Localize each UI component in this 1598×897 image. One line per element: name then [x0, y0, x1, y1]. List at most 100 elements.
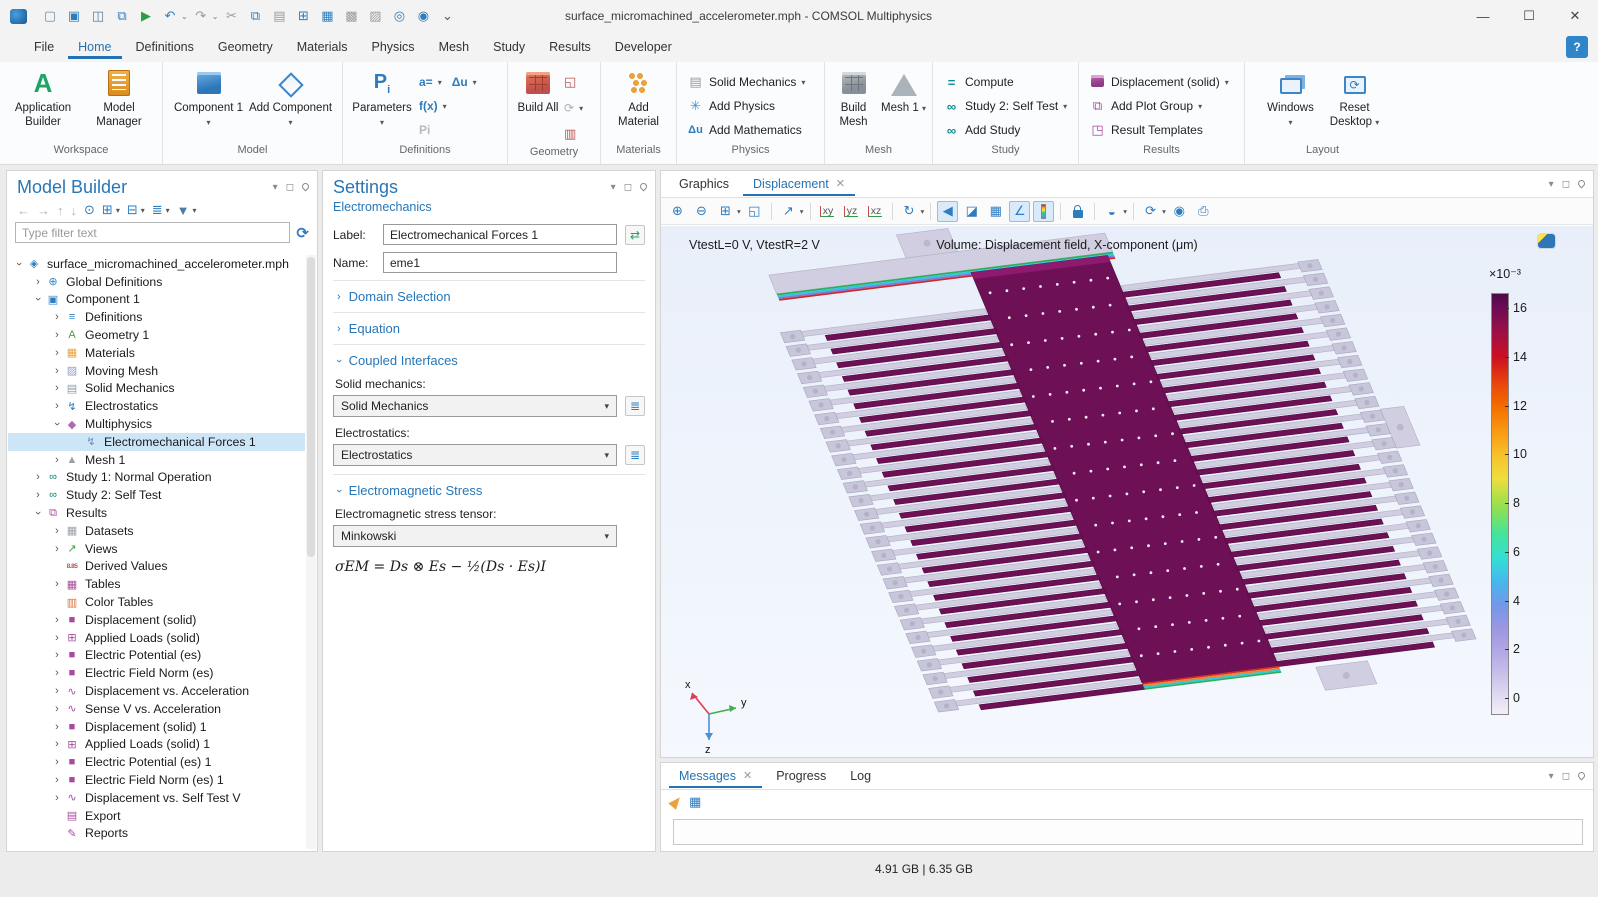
- section-coupled-interfaces[interactable]: ›Coupled Interfaces Solid mechanics: Sol…: [333, 344, 645, 468]
- model-tree-node-text-icon[interactable]: ≣: [152, 202, 163, 218]
- filter-icon[interactable]: ▼: [177, 203, 190, 218]
- open-icon[interactable]: ▣: [63, 5, 85, 27]
- electrostatics-select[interactable]: Electrostatics▾: [333, 444, 617, 466]
- collapse-all-dropdown-icon[interactable]: ▾: [141, 206, 145, 215]
- collapse-all-icon[interactable]: ⊟: [127, 202, 138, 218]
- go-to-source-icon[interactable]: ≣: [625, 445, 645, 465]
- tree-item[interactable]: ›↯Electrostatics: [8, 397, 305, 415]
- tree-item[interactable]: ›▨Moving Mesh: [8, 362, 305, 380]
- expand-icon[interactable]: ›: [50, 454, 64, 466]
- expand-icon[interactable]: ›: [50, 756, 64, 768]
- tree-item[interactable]: ›⊞Applied Loads (solid) 1: [8, 736, 305, 754]
- add-component-button[interactable]: Add Component ▾: [248, 68, 334, 130]
- panel-menu-icon[interactable]: ▾: [1549, 179, 1554, 190]
- tree-item[interactable]: ›⊕Global Definitions: [8, 273, 305, 291]
- open-table-icon[interactable]: ▦: [689, 794, 701, 810]
- expand-icon[interactable]: ›: [50, 667, 64, 679]
- tab-log[interactable]: Log: [840, 765, 881, 787]
- parameter-case-button[interactable]: Pi: [419, 118, 503, 142]
- move-up-icon[interactable]: ↑: [57, 203, 64, 218]
- panel-menu-icon[interactable]: ▾: [273, 182, 278, 193]
- move-down-icon[interactable]: ↓: [71, 203, 78, 218]
- result-templates-button[interactable]: ◳Result Templates: [1089, 118, 1203, 142]
- tensor-select[interactable]: Minkowski▾: [333, 525, 617, 547]
- close-tab-icon[interactable]: ✕: [743, 769, 752, 782]
- pin-icon[interactable]: [301, 182, 311, 192]
- show-icon[interactable]: ⊙: [84, 202, 95, 218]
- section-equation[interactable]: ›Equation: [333, 312, 645, 338]
- menu-definitions[interactable]: Definitions: [126, 35, 204, 59]
- menu-mesh[interactable]: Mesh: [429, 35, 480, 59]
- print-icon[interactable]: ⎙: [1193, 201, 1214, 222]
- search-results-icon[interactable]: ◉: [412, 5, 434, 27]
- clear-messages-icon[interactable]: [668, 794, 683, 810]
- lock-icon[interactable]: [1067, 201, 1088, 222]
- zoom-out-icon[interactable]: ⊖: [691, 201, 712, 222]
- expand-icon[interactable]: ›: [31, 471, 45, 483]
- expand-icon[interactable]: ›: [50, 792, 64, 804]
- expand-icon[interactable]: ›: [50, 685, 64, 697]
- expand-all-icon[interactable]: ⊞: [102, 202, 113, 218]
- tree-item[interactable]: ›■Displacement (solid): [8, 611, 305, 629]
- study2-button[interactable]: ∞Study 2: Self Test▾: [943, 94, 1067, 118]
- expand-icon[interactable]: ›: [50, 400, 64, 412]
- tree-item[interactable]: 8.85Derived Values: [8, 558, 305, 576]
- tree-item[interactable]: ›▤Solid Mechanics: [8, 380, 305, 398]
- menu-geometry[interactable]: Geometry: [208, 35, 283, 59]
- redo-icon[interactable]: ↷: [190, 5, 212, 27]
- expand-icon[interactable]: ›: [50, 738, 64, 750]
- expand-icon[interactable]: ›: [50, 311, 64, 323]
- filter-dropdown-icon[interactable]: ▾: [193, 206, 197, 215]
- snapshot-icon[interactable]: ◉: [1169, 201, 1190, 222]
- build-mesh-button[interactable]: Build Mesh: [830, 68, 878, 130]
- show-axes-icon[interactable]: ∠: [1009, 201, 1030, 222]
- close-button[interactable]: ✕: [1552, 0, 1598, 32]
- go-to-view-icon[interactable]: ↗: [778, 201, 799, 222]
- tree-item[interactable]: ›■Electric Potential (es): [8, 647, 305, 665]
- expand-icon[interactable]: ›: [50, 721, 64, 733]
- grid-icon[interactable]: ▦: [985, 201, 1006, 222]
- virtual-operations-button[interactable]: ▥: [564, 122, 594, 146]
- compute-button[interactable]: =Compute: [943, 70, 1014, 94]
- component-button[interactable]: Component 1 ▾: [172, 68, 246, 130]
- tab-graphics[interactable]: Graphics: [669, 173, 739, 195]
- tree-item[interactable]: ›▦Datasets: [8, 522, 305, 540]
- filter-input[interactable]: [15, 222, 290, 243]
- expand-icon[interactable]: ›: [50, 632, 64, 644]
- zoom-extents-icon[interactable]: ◱: [744, 201, 765, 222]
- back-icon[interactable]: ←: [17, 203, 30, 218]
- collapse-icon[interactable]: ›: [51, 417, 63, 431]
- tree-item[interactable]: ›∿Displacement vs. Self Test V: [8, 789, 305, 807]
- tree-item[interactable]: ✎Reports: [8, 825, 305, 843]
- functions-button[interactable]: f(x)▾: [419, 94, 503, 118]
- cut-icon[interactable]: ✂: [220, 5, 242, 27]
- panel-menu-icon[interactable]: ▾: [1549, 771, 1554, 782]
- go-to-view-dropdown-icon[interactable]: ▾: [800, 207, 804, 216]
- appearance-dropdown-icon[interactable]: ▾: [1123, 207, 1127, 216]
- save-preview-icon[interactable]: ⧉: [111, 5, 133, 27]
- tree-item[interactable]: ›▦Materials: [8, 344, 305, 362]
- reset-desktop-button[interactable]: ⟳ Reset Desktop ▾: [1324, 68, 1386, 130]
- application-builder-button[interactable]: A Application Builder: [6, 68, 80, 130]
- expand-icon[interactable]: ›: [50, 365, 64, 377]
- menu-materials[interactable]: Materials: [287, 35, 358, 59]
- tree-item[interactable]: ›⊞Applied Loads (solid): [8, 629, 305, 647]
- add-plot-group-button[interactable]: ⧉Add Plot Group▾: [1089, 94, 1202, 118]
- menu-study[interactable]: Study: [483, 35, 535, 59]
- expand-icon[interactable]: ›: [50, 614, 64, 626]
- tree-item[interactable]: ›■Electric Potential (es) 1: [8, 753, 305, 771]
- tree-item[interactable]: ▥Color Tables: [8, 593, 305, 611]
- tree-item[interactable]: ›↗Views: [8, 540, 305, 558]
- expand-icon[interactable]: ›: [50, 649, 64, 661]
- update-icon[interactable]: ⟳: [1140, 201, 1161, 222]
- add-study-button[interactable]: ∞Add Study: [943, 118, 1020, 142]
- update-geometry-button[interactable]: ⟳▾: [564, 96, 594, 120]
- float-panel-icon[interactable]: ◻: [624, 182, 632, 193]
- add-physics-button[interactable]: ✳Add Physics: [687, 94, 775, 118]
- add-mathematics-button[interactable]: ΔuAdd Mathematics: [687, 118, 802, 142]
- solid-mechanics-button[interactable]: ▤Solid Mechanics▾: [687, 70, 805, 94]
- zoom-box-icon[interactable]: ⊞: [715, 201, 736, 222]
- section-electromagnetic-stress[interactable]: ›Electromagnetic Stress Electromagnetic …: [333, 474, 645, 577]
- update-dropdown-icon[interactable]: ▾: [1162, 207, 1166, 216]
- menu-developer[interactable]: Developer: [605, 35, 682, 59]
